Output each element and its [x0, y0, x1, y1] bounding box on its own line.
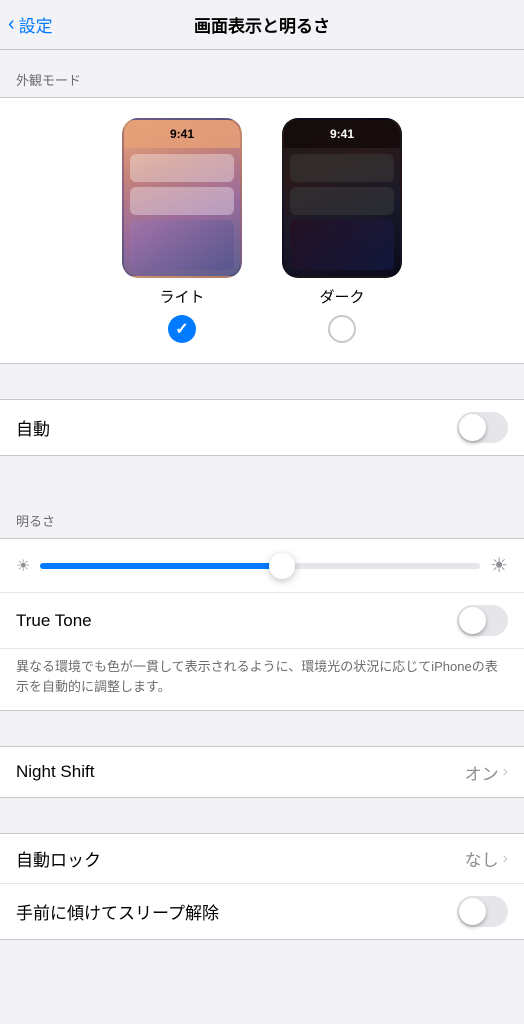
- auto-lock-value-container: なし ›: [465, 846, 508, 871]
- dark-status-bar: 9:41: [284, 120, 400, 148]
- nav-back-button[interactable]: ‹ 設定: [8, 12, 53, 37]
- light-widget-2: [130, 187, 234, 215]
- raise-to-wake-label: 手前に傾けてスリープ解除: [16, 899, 219, 924]
- light-widget-1: [130, 154, 234, 182]
- dark-widget-3: [290, 220, 394, 270]
- auto-lock-chevron-icon: ›: [503, 850, 508, 868]
- dark-widget-1: [290, 154, 394, 182]
- appearance-option-light[interactable]: 9:41 ライト ✓: [122, 118, 242, 343]
- true-tone-toggle-knob: [459, 607, 486, 634]
- brightness-slider-fill: [40, 563, 282, 569]
- light-widget-3: [130, 220, 234, 270]
- page-title: 画面表示と明るさ: [194, 12, 330, 37]
- auto-toggle[interactable]: [457, 412, 508, 443]
- brightness-truetone-section: ☀ ☀ True Tone 異なる環境でも色が一貫して表示されるように、環境光の…: [0, 538, 524, 711]
- brightness-slider-row: ☀ ☀: [0, 539, 524, 592]
- gap-1: [0, 364, 524, 399]
- checkmark-icon: ✓: [175, 319, 188, 339]
- light-mode-preview: 9:41: [122, 118, 242, 278]
- auto-lock-value: なし: [465, 846, 499, 871]
- night-shift-label: Night Shift: [16, 762, 94, 782]
- light-status-bar: 9:41: [124, 120, 240, 148]
- auto-row: 自動: [0, 400, 524, 455]
- light-mode-label: ライト: [159, 286, 204, 307]
- auto-section: 自動: [0, 399, 524, 456]
- auto-lock-row[interactable]: 自動ロック なし ›: [0, 834, 524, 884]
- gap-4: [0, 798, 524, 833]
- night-shift-row[interactable]: Night Shift オン ›: [0, 747, 524, 797]
- gap-2: [0, 456, 524, 491]
- appearance-options-container: 9:41 ライト ✓ 9:41: [0, 118, 524, 343]
- appearance-section-header: 外観モード: [0, 50, 524, 97]
- raise-to-wake-toggle-knob: [459, 898, 486, 925]
- brightness-slider-track[interactable]: [40, 563, 480, 569]
- dark-widgets: [284, 148, 400, 276]
- night-shift-chevron-icon: ›: [503, 763, 508, 781]
- auto-lock-label: 自動ロック: [16, 846, 101, 871]
- gap-3: [0, 711, 524, 746]
- appearance-option-dark[interactable]: 9:41 ダーク: [282, 118, 402, 343]
- night-shift-value-container: オン ›: [465, 760, 508, 785]
- night-shift-value: オン: [465, 760, 499, 785]
- raise-to-wake-toggle[interactable]: [457, 896, 508, 927]
- auto-label: 自動: [16, 415, 50, 440]
- true-tone-row: True Tone: [0, 592, 524, 649]
- dark-mode-preview: 9:41: [282, 118, 402, 278]
- dark-mode-label: ダーク: [319, 286, 364, 307]
- nav-back-label: 設定: [19, 12, 53, 37]
- back-chevron-icon: ‹: [8, 14, 15, 34]
- brightness-section-header: 明るさ: [0, 491, 524, 538]
- appearance-mode-section: 9:41 ライト ✓ 9:41: [0, 97, 524, 364]
- dark-mode-radio[interactable]: [328, 315, 356, 343]
- brightness-slider-thumb: [269, 553, 295, 579]
- light-mode-radio[interactable]: ✓: [168, 315, 196, 343]
- night-shift-section: Night Shift オン ›: [0, 746, 524, 798]
- light-widgets: [124, 148, 240, 276]
- raise-to-wake-row: 手前に傾けてスリープ解除: [0, 884, 524, 939]
- brightness-low-icon: ☀: [16, 556, 30, 576]
- true-tone-label: True Tone: [16, 611, 92, 631]
- true-tone-toggle[interactable]: [457, 605, 508, 636]
- nav-bar: ‹ 設定 画面表示と明るさ: [0, 0, 524, 50]
- true-tone-description: 異なる環境でも色が一貫して表示されるように、環境光の状況に応じてiPhoneの表…: [0, 649, 524, 710]
- dark-widget-2: [290, 187, 394, 215]
- auto-toggle-knob: [459, 414, 486, 441]
- lock-section: 自動ロック なし › 手前に傾けてスリープ解除: [0, 833, 524, 940]
- brightness-high-icon: ☀: [490, 553, 508, 578]
